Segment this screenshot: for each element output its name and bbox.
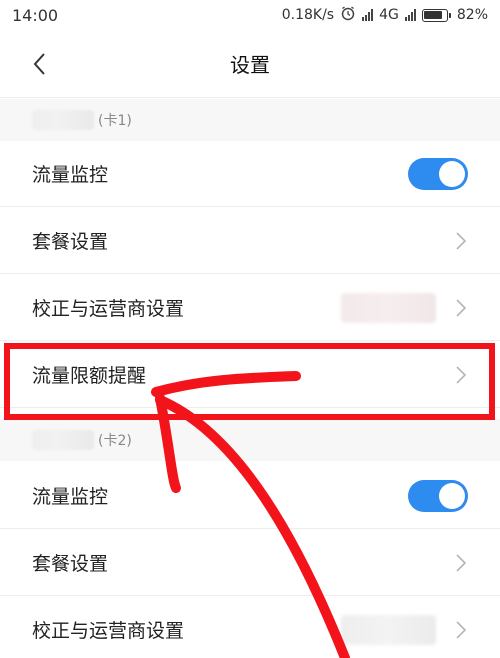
signal-icon bbox=[362, 9, 374, 21]
data-monitor-toggle[interactable] bbox=[408, 479, 468, 512]
row-label: 校正与运营商设置 bbox=[32, 620, 185, 642]
battery-icon bbox=[421, 8, 451, 22]
status-time: 14:00 bbox=[12, 5, 59, 25]
status-indicators: 0.18K/s 4G 82% bbox=[282, 5, 488, 25]
row-label: 流量限额提醒 bbox=[32, 365, 147, 387]
row-label: 校正与运营商设置 bbox=[32, 298, 185, 320]
data-monitor-toggle[interactable] bbox=[408, 157, 468, 190]
section-header-card1: (卡1) bbox=[0, 99, 500, 141]
back-button[interactable] bbox=[26, 50, 54, 78]
row-plan-settings-card2[interactable]: 套餐设置 bbox=[0, 530, 500, 596]
chevron-left-icon bbox=[33, 53, 45, 75]
row-plan-settings-card1[interactable]: 套餐设置 bbox=[0, 208, 500, 274]
network-speed: 0.18K/s bbox=[281, 7, 335, 23]
section-label: (卡1) bbox=[98, 113, 132, 129]
chevron-right-icon bbox=[454, 230, 468, 252]
redacted-value bbox=[341, 292, 436, 323]
chevron-right-icon bbox=[454, 297, 468, 319]
row-carrier-settings-card2[interactable]: 校正与运营商设置 bbox=[0, 597, 500, 658]
row-right bbox=[341, 614, 468, 645]
settings-screen: 14:00 0.18K/s 4G 82% 设置 (卡1) 流量监控 套餐设置 校… bbox=[0, 0, 500, 658]
row-data-monitor-card1[interactable]: 流量监控 bbox=[0, 141, 500, 207]
row-data-limit-alert-card1[interactable]: 流量限额提醒 bbox=[0, 342, 500, 408]
status-bar: 14:00 0.18K/s 4G 82% bbox=[0, 0, 500, 30]
row-label: 流量监控 bbox=[32, 486, 109, 508]
row-data-monitor-card2[interactable]: 流量监控 bbox=[0, 463, 500, 529]
alarm-icon bbox=[340, 5, 356, 25]
chevron-right-icon bbox=[454, 552, 468, 574]
section-header-card2: (卡2) bbox=[0, 419, 500, 461]
row-right bbox=[341, 292, 468, 323]
redacted-value bbox=[341, 614, 436, 645]
battery-percent: 82% bbox=[456, 7, 488, 23]
row-label: 套餐设置 bbox=[32, 553, 109, 575]
row-label: 套餐设置 bbox=[32, 231, 109, 253]
header: 设置 bbox=[0, 30, 500, 98]
redacted-carrier-name bbox=[32, 430, 94, 450]
redacted-carrier-name bbox=[32, 110, 94, 130]
network-type: 4G bbox=[379, 7, 399, 23]
chevron-right-icon bbox=[454, 619, 468, 641]
page-title: 设置 bbox=[230, 53, 270, 77]
section-label: (卡2) bbox=[98, 433, 132, 449]
chevron-right-icon bbox=[454, 364, 468, 386]
row-label: 流量监控 bbox=[32, 164, 109, 186]
row-carrier-settings-card1[interactable]: 校正与运营商设置 bbox=[0, 275, 500, 341]
signal-icon-2 bbox=[404, 9, 416, 21]
